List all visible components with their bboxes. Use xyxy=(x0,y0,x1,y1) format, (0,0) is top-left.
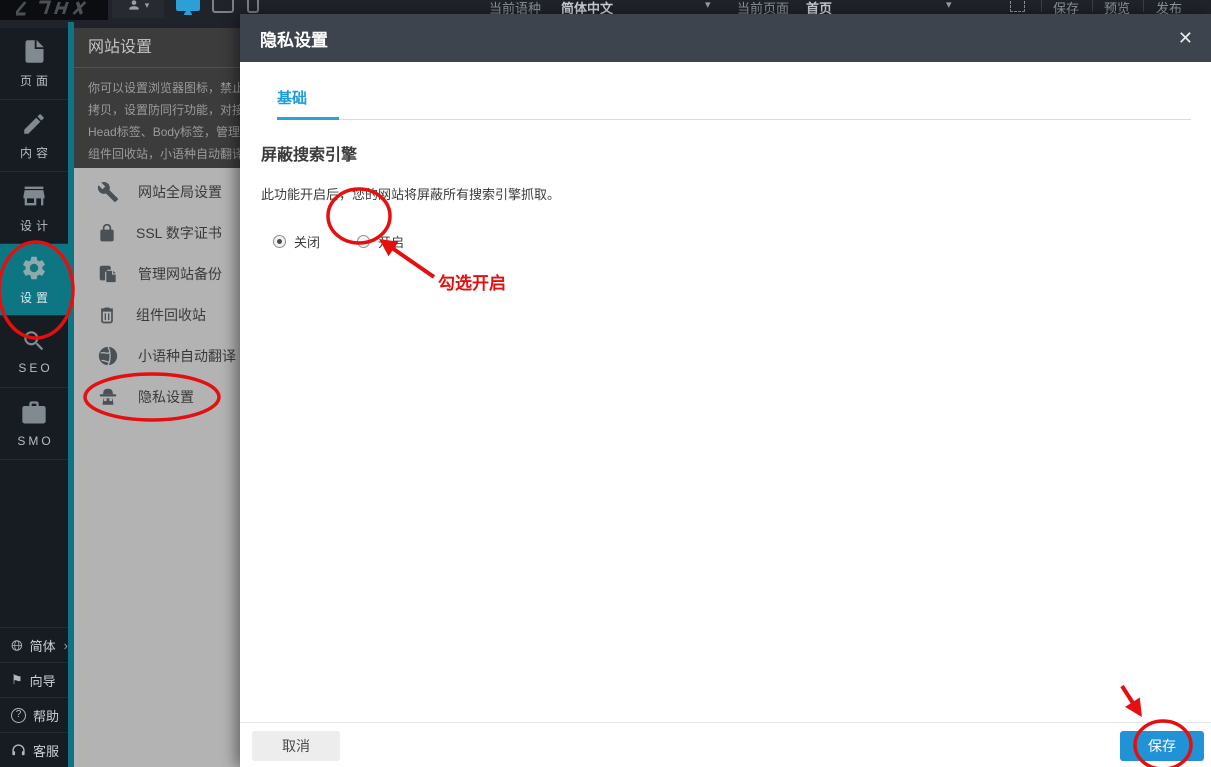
radio-off-label: 关闭 xyxy=(294,232,320,251)
pencil-icon xyxy=(21,111,47,137)
headset-icon xyxy=(11,743,26,758)
section-title: 屏蔽搜索引擎 xyxy=(261,141,1191,165)
help-icon: ? xyxy=(11,708,26,723)
sidebar-item-label: 页面 xyxy=(16,72,52,89)
spy-icon xyxy=(97,386,119,408)
sidebar-item-label: 设置 xyxy=(16,289,52,306)
lock-icon xyxy=(97,222,117,244)
toolbar-divider xyxy=(1143,0,1144,12)
panel-description-line: 拷贝，设置防同行功能，对接 xyxy=(88,99,240,121)
backup-copy-icon xyxy=(97,263,119,285)
privacy-settings-modal: 隐私设置 ✕ 基础 屏蔽搜索引擎 此功能开启后，您的网站将屏蔽所有搜索引擎抓取。… xyxy=(240,14,1211,767)
tablet-view-icon[interactable] xyxy=(212,0,234,13)
globe-icon xyxy=(11,638,23,653)
storefront-icon xyxy=(20,182,48,210)
sidebar-item-label: SMO xyxy=(14,434,53,448)
page-chevron-down-icon[interactable]: ▾ xyxy=(946,0,952,11)
radio-option-off[interactable]: 关闭 xyxy=(273,232,320,251)
menu-item-site-backup[interactable]: 管理网站备份 xyxy=(74,253,240,294)
menu-item-label: 网站全局设置 xyxy=(138,182,222,202)
desktop-view-icon[interactable] xyxy=(175,0,201,16)
util-item-label: 向导 xyxy=(30,671,56,690)
search-icon xyxy=(21,328,47,354)
radio-off-control[interactable] xyxy=(273,235,286,248)
section-description: 此功能开启后，您的网站将屏蔽所有搜索引擎抓取。 xyxy=(261,184,1191,203)
panel-description-line: Head标签、Body标签，管理 xyxy=(88,121,240,143)
util-item-label: 帮助 xyxy=(33,706,59,725)
sidebar-item-smo[interactable]: SMO xyxy=(0,388,68,460)
menu-item-recycle-bin[interactable]: 组件回收站 xyxy=(74,294,240,335)
panel-description: 你可以设置浏览器图标，禁止 拷贝，设置防同行功能，对接 Head标签、Body标… xyxy=(74,68,240,168)
sidebar-item-support[interactable]: 客服 xyxy=(0,732,68,767)
sidebar-item-pages[interactable]: 页面 xyxy=(0,28,68,100)
modal-title: 隐私设置 xyxy=(260,26,1178,51)
menu-item-label: 组件回收站 xyxy=(136,305,206,325)
cancel-button[interactable]: 取消 xyxy=(252,731,340,761)
settings-menu: 网站全局设置 SSL 数字证书 管理网站备份 组件回收站 小语种自动翻译 隐私设… xyxy=(74,168,240,417)
page-icon xyxy=(21,38,48,65)
sidebar-accent-strip xyxy=(68,22,74,767)
sidebar-item-settings[interactable]: 设置 xyxy=(0,244,68,316)
site-settings-panel: 网站设置 你可以设置浏览器图标，禁止 拷贝，设置防同行功能，对接 Head标签、… xyxy=(74,28,240,767)
globe-icon xyxy=(97,345,119,367)
account-menu[interactable]: ▾ xyxy=(112,0,164,18)
util-item-label: 客服 xyxy=(33,741,59,760)
gear-icon xyxy=(20,254,48,282)
modal-footer: 取消 保存 xyxy=(240,722,1211,767)
toolbar-divider xyxy=(1092,0,1093,12)
close-icon[interactable]: ✕ xyxy=(1178,29,1193,47)
sidebar-spacer xyxy=(0,460,68,627)
radio-group: 关闭 开启 xyxy=(273,232,1191,251)
brand-logo-glyphs xyxy=(16,0,92,16)
menu-item-label: 管理网站备份 xyxy=(138,264,222,284)
briefcase-icon xyxy=(20,399,48,427)
grid-layout-icon[interactable] xyxy=(1010,0,1025,12)
menu-item-privacy-settings[interactable]: 隐私设置 xyxy=(74,376,240,417)
wrench-icon xyxy=(97,181,119,203)
sidebar-item-wizard[interactable]: ⚑ 向导 xyxy=(0,662,68,697)
sidebar-item-language[interactable]: 简体 › xyxy=(0,627,68,662)
save-button[interactable]: 保存 xyxy=(1120,731,1204,761)
sidebar-item-design[interactable]: 设计 xyxy=(0,172,68,244)
modal-header: 隐私设置 ✕ xyxy=(240,14,1211,62)
menu-item-global-settings[interactable]: 网站全局设置 xyxy=(74,171,240,212)
panel-description-line: 组件回收站，小语种自动翻译 xyxy=(88,143,240,165)
sidebar-item-label: SEO xyxy=(15,361,52,375)
tab-basic[interactable]: 基础 xyxy=(277,87,339,120)
util-item-label: 简体 xyxy=(30,636,56,655)
modal-tabs: 基础 xyxy=(240,62,1211,120)
chevron-down-icon: ▾ xyxy=(145,0,150,11)
toolbar-divider xyxy=(1041,0,1042,12)
sidebar-item-content[interactable]: 内容 xyxy=(0,100,68,172)
radio-on-label: 开启 xyxy=(378,232,404,251)
brand-logo xyxy=(0,0,108,20)
panel-title: 网站设置 xyxy=(74,28,240,68)
menu-item-auto-translate[interactable]: 小语种自动翻译 xyxy=(74,335,240,376)
block-search-engine-section: 屏蔽搜索引擎 此功能开启后，您的网站将屏蔽所有搜索引擎抓取。 关闭 开启 xyxy=(240,120,1211,251)
menu-item-ssl-certificate[interactable]: SSL 数字证书 xyxy=(74,212,240,253)
trash-icon xyxy=(97,304,117,326)
flag-icon: ⚑ xyxy=(11,672,23,688)
mobile-view-icon[interactable] xyxy=(247,0,259,13)
radio-option-on[interactable]: 开启 xyxy=(357,232,404,251)
sidebar-item-label: 内容 xyxy=(16,144,52,161)
user-avatar-icon xyxy=(127,0,141,12)
app-window: ▾ 当前语种 简体中文 ▾ 当前页面 首页 ▾ 保存 预览 发布 页面 xyxy=(0,0,1211,767)
sidebar-item-help[interactable]: ? 帮助 xyxy=(0,697,68,732)
menu-item-label: 小语种自动翻译 xyxy=(138,346,236,366)
radio-on-control[interactable] xyxy=(357,235,370,248)
language-chevron-down-icon[interactable]: ▾ xyxy=(705,0,711,11)
panel-description-line: 你可以设置浏览器图标，禁止 xyxy=(88,77,240,99)
menu-item-label: 隐私设置 xyxy=(138,387,194,407)
sidebar-item-label: 设计 xyxy=(16,217,52,234)
menu-item-label: SSL 数字证书 xyxy=(136,223,222,243)
sidebar-item-seo[interactable]: SEO xyxy=(0,316,68,388)
main-sidebar: 页面 内容 设计 设置 SEO SMO 简体 › ⚑ 向导 xyxy=(0,28,68,767)
